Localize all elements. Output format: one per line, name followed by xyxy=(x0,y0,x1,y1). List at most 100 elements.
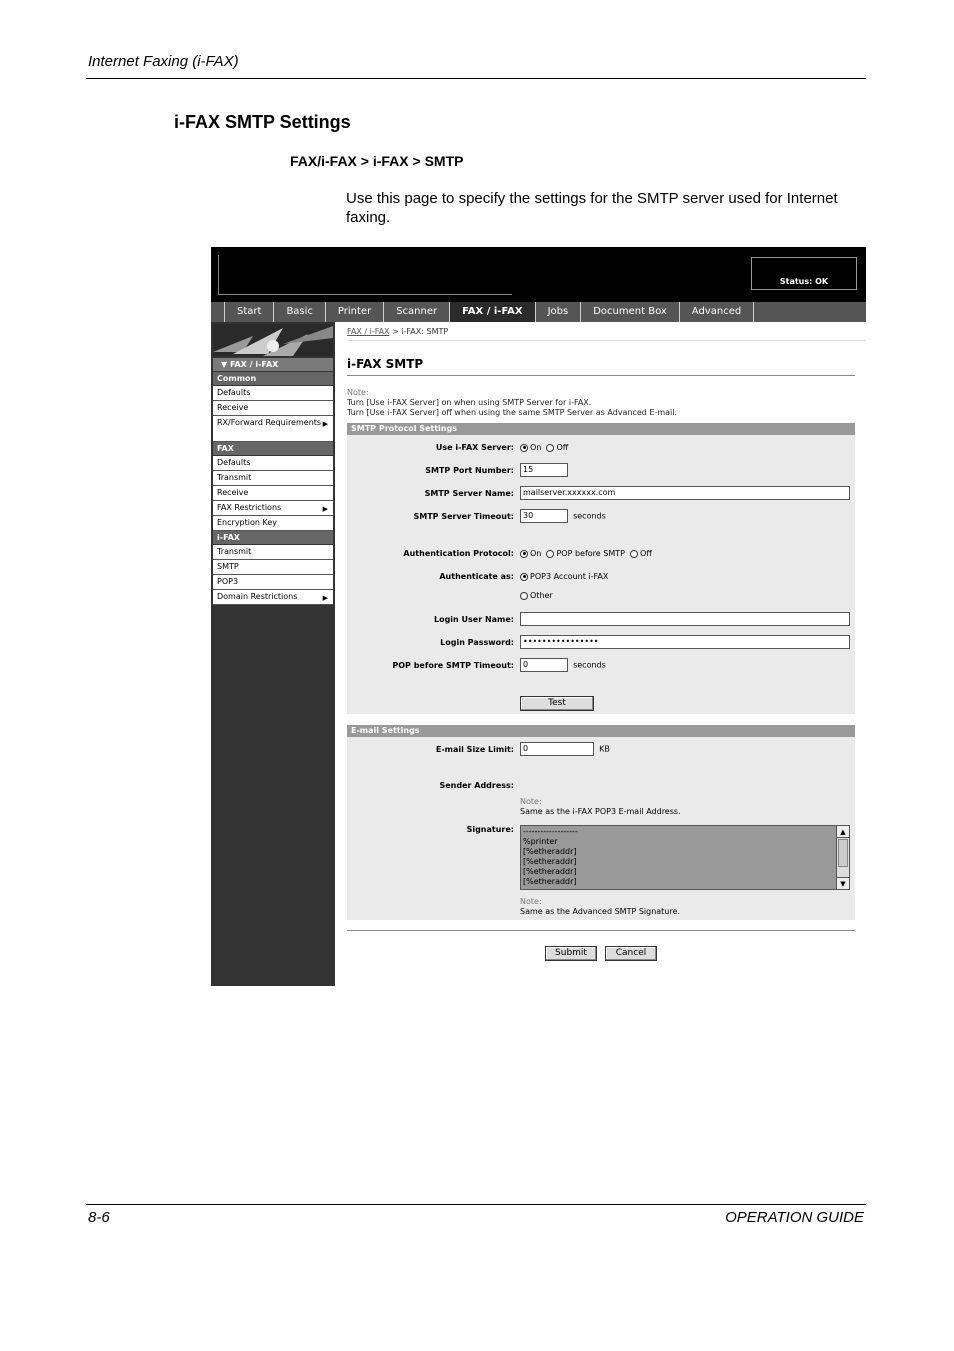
sidebar-item-common-receive[interactable]: Receive xyxy=(213,401,333,416)
main-content: FAX / i-FAX > i-FAX: SMTP i-FAX SMTP Not… xyxy=(347,322,866,986)
tab-advanced[interactable]: Advanced xyxy=(678,302,755,322)
smtp-timeout-input[interactable]: 30 xyxy=(520,509,568,523)
timeout-label: SMTP Server Timeout: xyxy=(413,512,514,521)
sidebar-item-fax-receive[interactable]: Receive xyxy=(213,486,333,501)
nav-tabs: Start Basic Printer Scanner FAX / i-FAX … xyxy=(211,302,866,322)
section-title: i-FAX SMTP Settings xyxy=(174,112,351,132)
scroll-up-icon[interactable]: ▲ xyxy=(837,826,849,838)
status-indicator: Status: OK xyxy=(751,257,857,290)
sidebar-heading-ifax: i-FAX xyxy=(213,531,333,545)
sidebar-item-common-defaults[interactable]: Defaults xyxy=(213,386,333,401)
login-password-label: Login Password: xyxy=(440,638,514,647)
sidebar-item-smtp[interactable]: SMTP xyxy=(213,560,333,575)
test-button[interactable]: Test xyxy=(520,696,594,711)
doc-header: Internet Faxing (i-FAX) xyxy=(88,53,239,70)
menu-path: FAX/i-FAX > i-FAX > SMTP xyxy=(290,153,464,169)
size-limit-input[interactable]: 0 xyxy=(520,742,594,756)
cancel-button[interactable]: Cancel xyxy=(605,946,657,961)
signature-line: [%etheraddr] xyxy=(523,847,577,856)
sidebar-item-fax-restrictions[interactable]: FAX Restrictions ▶ xyxy=(213,501,333,516)
signature-line: %printer xyxy=(523,837,558,846)
tab-printer[interactable]: Printer xyxy=(324,302,383,322)
scroll-down-icon[interactable]: ▼ xyxy=(837,877,849,889)
pop-timeout-label: POP before SMTP Timeout: xyxy=(392,661,514,670)
radio-label: Other xyxy=(530,591,553,600)
server-name-label: SMTP Server Name: xyxy=(424,489,514,498)
sidebar: ▼ FAX / i-FAX Common Defaults Receive RX… xyxy=(211,322,335,986)
use-server-on-radio[interactable] xyxy=(520,443,528,452)
sender-address-label: Sender Address: xyxy=(439,781,514,790)
sidebar-flower-image xyxy=(213,324,333,356)
signature-line: ------------------- xyxy=(523,827,578,836)
signature-note: Same as the Advanced SMTP Signature. xyxy=(520,907,680,916)
signature-scrollbar[interactable]: ▲ ▼ xyxy=(836,826,849,889)
size-unit: KB xyxy=(599,744,610,754)
use-server-off-radio[interactable] xyxy=(546,443,555,452)
section-bar-smtp: SMTP Protocol Settings xyxy=(347,423,855,435)
scroll-thumb[interactable] xyxy=(838,839,848,867)
auth-as-other-radio[interactable] xyxy=(520,591,528,600)
tab-start[interactable]: Start xyxy=(224,302,273,322)
breadcrumb-current: > i-FAX: SMTP xyxy=(392,327,449,336)
login-user-input[interactable] xyxy=(520,612,850,626)
auth-pop-radio[interactable] xyxy=(546,549,555,558)
sidebar-item-label: FAX Restrictions xyxy=(217,503,282,512)
chevron-right-icon: ▶ xyxy=(322,420,328,428)
smtp-server-name-input[interactable]: mailserver.xxxxxx.com xyxy=(520,486,850,500)
auth-on-radio[interactable] xyxy=(520,549,528,558)
auth-off-radio[interactable] xyxy=(630,549,639,558)
sidebar-top-heading[interactable]: ▼ FAX / i-FAX xyxy=(213,358,333,372)
sidebar-item-ifax-transmit[interactable]: Transmit xyxy=(213,545,333,560)
note-line: Turn [Use i-FAX Server] off when using t… xyxy=(347,408,678,417)
login-user-label: Login User Name: xyxy=(433,615,514,624)
port-label: SMTP Port Number: xyxy=(425,466,514,475)
sidebar-item-domain-restrictions[interactable]: Domain Restrictions ▶ xyxy=(213,590,333,605)
sidebar-item-fax-transmit[interactable]: Transmit xyxy=(213,471,333,486)
size-limit-label: E-mail Size Limit: xyxy=(435,745,514,754)
page-note: Note: Turn [Use i-FAX Server] on when us… xyxy=(347,388,866,418)
footer-rule xyxy=(86,1204,866,1205)
tab-jobs[interactable]: Jobs xyxy=(534,302,581,322)
sidebar-item-fax-defaults[interactable]: Defaults xyxy=(213,456,333,471)
tab-basic[interactable]: Basic xyxy=(273,302,324,322)
section-bar-email: E-mail Settings xyxy=(347,725,855,737)
sidebar-item-rx-forward[interactable]: RX/Forward Requirements ▶ xyxy=(213,416,333,442)
app-header: Status: OK xyxy=(211,247,866,302)
sender-note: Same as the i-FAX POP3 E-mail Address. xyxy=(520,807,681,816)
smtp-form: Use i-FAX Server: On Off SMTP Port Numbe… xyxy=(347,435,855,714)
email-form: E-mail Size Limit: 0 KB Sender Address: … xyxy=(347,737,855,920)
page-title: i-FAX SMTP xyxy=(347,357,855,376)
signature-textarea[interactable]: ------------------- %printer [%etheraddr… xyxy=(520,825,850,890)
header-rule xyxy=(86,78,866,79)
radio-label: On xyxy=(530,443,542,452)
sidebar-heading-fax: FAX xyxy=(213,442,333,456)
radio-label: Off xyxy=(640,549,652,558)
pop-timeout-input[interactable]: 0 xyxy=(520,658,568,672)
signature-line: [%etheraddr] xyxy=(523,877,577,886)
sidebar-item-encryption-key[interactable]: Encryption Key xyxy=(213,516,333,531)
signature-line: [%etheraddr] xyxy=(523,857,577,866)
submit-button[interactable]: Submit xyxy=(545,946,597,961)
tab-document-box[interactable]: Document Box xyxy=(580,302,679,322)
smtp-port-input[interactable]: 15 xyxy=(520,463,568,477)
auth-protocol-label: Authentication Protocol: xyxy=(403,549,514,558)
auth-as-pop3-radio[interactable] xyxy=(520,572,528,581)
sidebar-item-pop3[interactable]: POP3 xyxy=(213,575,333,590)
signature-label: Signature: xyxy=(466,825,514,834)
use-server-label: Use i-FAX Server: xyxy=(435,443,514,452)
tab-scanner[interactable]: Scanner xyxy=(383,302,449,322)
note-line: Turn [Use i-FAX Server] on when using SM… xyxy=(347,398,592,407)
login-password-input[interactable]: •••••••••••••••• xyxy=(520,635,850,649)
breadcrumb-link[interactable]: FAX / i-FAX xyxy=(347,327,390,336)
intro-text: Use this page to specify the settings fo… xyxy=(346,190,838,226)
sidebar-top-label: FAX / i-FAX xyxy=(229,360,279,369)
embedded-screenshot: Status: OK Start Basic Printer Scanner F… xyxy=(211,247,866,986)
note-label: Note: xyxy=(520,797,542,806)
footer-title: OPERATION GUIDE xyxy=(725,1209,864,1226)
radio-label: POP3 Account i-FAX xyxy=(530,572,609,581)
breadcrumb: FAX / i-FAX > i-FAX: SMTP xyxy=(347,322,866,341)
sidebar-heading-common: Common xyxy=(213,372,333,386)
seconds-unit: seconds xyxy=(573,511,606,521)
tab-fax-ifax[interactable]: FAX / i-FAX xyxy=(449,302,535,322)
note-label: Note: xyxy=(520,897,542,906)
